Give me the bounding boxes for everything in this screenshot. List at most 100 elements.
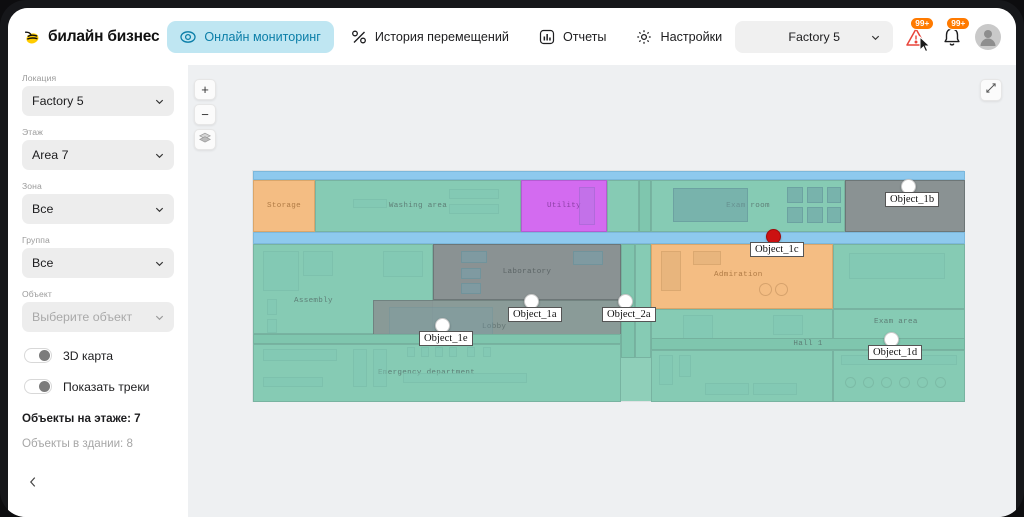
route-icon [351,29,367,45]
filter-floor-value: Area 7 [32,148,69,162]
factory-selector-value: Factory 5 [788,30,840,44]
room-label: Washing area [389,202,447,210]
filter-object-select[interactable]: Выберите объект [22,302,174,332]
room-label: Admiration [714,271,763,279]
objects-on-floor-count: Объекты на этаже: 7 [22,412,174,425]
zoom-in-icon: + [201,82,209,97]
zoom-out-button[interactable]: − [194,104,216,125]
filter-floor: Этаж Area 7 [22,127,174,170]
sidebar-collapse-button[interactable] [26,475,42,491]
tab-online-monitoring[interactable]: Онлайн мониторинг [167,21,333,53]
tab-label: История перемещений [375,30,509,44]
filter-group: Группа Все [22,235,174,278]
marker-label: Object_1c [750,242,804,257]
map-marker-object-2a[interactable]: Object_2a [618,294,633,309]
toggle-show-tracks-label: Показать треки [63,380,149,394]
filter-group-label: Группа [22,235,174,245]
toggle-show-tracks[interactable]: Показать треки [24,379,174,394]
room-label: Storage [267,202,301,210]
corridor-middle [253,232,965,244]
eye-icon [180,29,196,45]
factory-selector[interactable]: Factory 5 [735,21,893,53]
device-frame: билайн бизнес Онлайн мониторинг [0,0,1024,517]
layers-icon [198,131,212,148]
filters-sidebar: Локация Factory 5 Этаж Area 7 Зона Все [8,65,188,517]
marker-label: Object_1d [868,345,922,360]
gear-icon [636,29,652,45]
objects-in-building-count: Объекты в здании: 8 [22,437,174,450]
tab-label: Отчеты [563,30,607,44]
room-gap-a [607,180,639,232]
room-label: Utility [547,202,581,210]
bee-logo-icon [22,27,41,46]
toggle-3d-map-switch[interactable] [24,348,52,363]
alerts-button[interactable]: 99+ [903,24,929,50]
marker-label: Object_2a [602,307,656,322]
chevron-down-icon [154,150,165,164]
room-label: Exam area [874,318,918,326]
tab-label: Настройки [660,30,722,44]
tab-settings[interactable]: Настройки [623,21,735,53]
filter-floor-label: Этаж [22,127,174,137]
chevron-down-icon [154,312,165,326]
chevron-left-icon [26,476,40,493]
room-label: Hall 1 [793,340,822,348]
filter-zone-value: Все [32,202,53,216]
filter-location: Локация Factory 5 [22,73,174,116]
bar-chart-icon [539,29,555,45]
toggle-show-tracks-switch[interactable] [24,379,52,394]
filter-object-value: Выберите объект [32,310,132,324]
marker-label: Object_1a [508,307,562,322]
room-gap-b [635,244,651,358]
marker-label: Object_1b [885,192,939,207]
room-label: Laboratory [503,268,552,276]
app-window: билайн бизнес Онлайн мониторинг [8,8,1016,517]
brand-name: билайн бизнес [48,28,159,46]
toggle-3d-map-label: 3D карта [63,349,113,363]
tab-movement-history[interactable]: История перемещений [338,21,522,53]
fullscreen-button[interactable] [980,79,1002,101]
chevron-down-icon [154,96,165,110]
map-marker-object-1e[interactable]: Object_1e [435,318,450,333]
user-avatar-icon[interactable] [975,24,1001,50]
filter-zone: Зона Все [22,181,174,224]
filter-zone-label: Зона [22,181,174,191]
chevron-down-icon [154,258,165,272]
room-storage[interactable]: Storage [253,180,315,232]
filter-zone-select[interactable]: Все [22,194,174,224]
header-actions: Factory 5 99+ [735,21,1016,53]
filter-object-label: Объект [22,289,174,299]
corridor-vertical-top [639,180,651,232]
map-marker-object-1c[interactable]: Object_1c [766,229,781,244]
filter-group-value: Все [32,256,53,270]
zoom-in-button[interactable]: + [194,79,216,100]
map-zoom-controls: + − [194,79,216,154]
filter-location-label: Локация [22,73,174,83]
top-bar: билайн бизнес Онлайн мониторинг [8,8,1016,65]
tab-reports[interactable]: Отчеты [526,21,620,53]
map-marker-object-1b[interactable]: Object_1b [901,179,916,194]
notifications-button[interactable]: 99+ [939,24,965,50]
map-canvas[interactable]: + − [188,65,1016,517]
alerts-badge: 99+ [910,17,934,30]
notifications-badge: 99+ [946,17,970,30]
filter-object: Объект Выберите объект [22,289,174,332]
fullscreen-icon [985,81,997,99]
marker-label: Object_1e [419,331,473,346]
chevron-down-icon [154,204,165,218]
tab-label: Онлайн мониторинг [204,30,320,44]
room-label: Assembly [294,297,333,305]
filter-location-select[interactable]: Factory 5 [22,86,174,116]
brand-logo[interactable]: билайн бизнес [8,27,159,46]
chevron-down-icon [870,32,881,46]
map-marker-object-1d[interactable]: Object_1d [884,332,899,347]
mouse-cursor-icon [919,36,931,53]
floor-plan[interactable]: Storage Washing area Utility Exam room [252,170,964,402]
main-nav-tabs: Онлайн мониторинг История перемещений [167,21,735,53]
toggle-3d-map[interactable]: 3D карта [24,348,174,363]
filter-group-select[interactable]: Все [22,248,174,278]
filter-floor-select[interactable]: Area 7 [22,140,174,170]
filter-location-value: Factory 5 [32,94,84,108]
map-marker-object-1a[interactable]: Object_1a [524,294,539,309]
layers-button[interactable] [194,129,216,150]
